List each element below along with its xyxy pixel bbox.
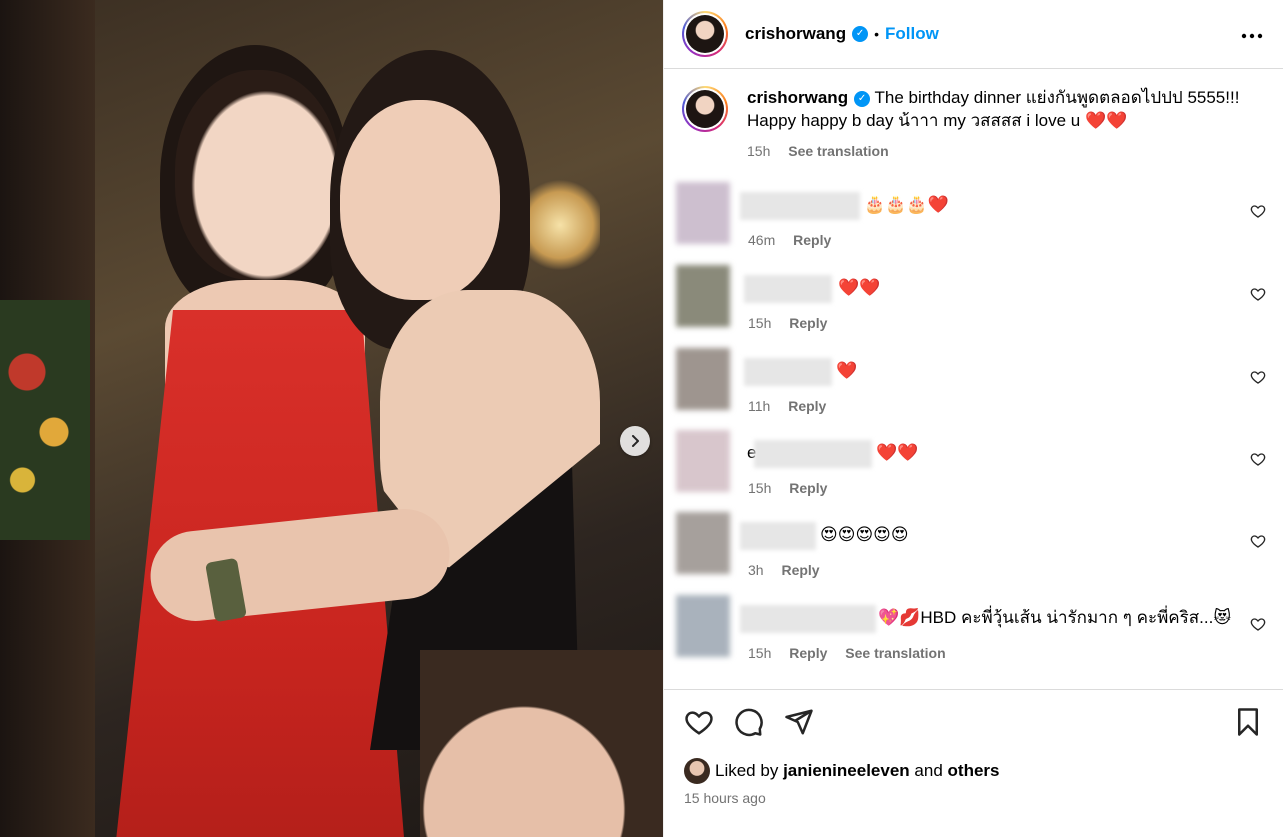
liker-avatar[interactable]: [684, 758, 710, 784]
verified-badge-icon: ✓: [854, 90, 871, 107]
reply-button[interactable]: Reply: [788, 398, 826, 414]
comment-item: 😍😍😍😍😍 3h Reply: [676, 512, 1272, 584]
comment-meta: 11h Reply: [748, 398, 840, 414]
heart-icon[interactable]: [684, 707, 714, 737]
comment-like-heart-icon[interactable]: [1250, 451, 1266, 467]
commenter-username-blurred[interactable]: [740, 192, 860, 220]
more-icon: [1241, 33, 1263, 39]
liked-by-prefix: Liked by: [715, 761, 779, 780]
chevron-right-icon: [632, 435, 639, 447]
comment-time: 15h: [748, 480, 772, 496]
liked-by-others[interactable]: others: [948, 761, 1000, 781]
comment-text: ❤️❤️: [838, 278, 881, 297]
post-caption: crishorwang ✓ The birthday dinner แย่งกัน…: [664, 70, 1283, 163]
share-icon[interactable]: [784, 707, 814, 737]
liked-by-user[interactable]: janienineeleven: [783, 761, 910, 781]
photo-flowers: [0, 300, 90, 540]
liked-by-conj: and: [914, 761, 943, 780]
comment-text: 🎂🎂🎂❤️: [864, 195, 949, 214]
commenter-avatar[interactable]: [676, 265, 730, 327]
comment-time: 15h: [748, 645, 772, 661]
author-username[interactable]: crishorwang: [745, 24, 846, 44]
comment-icon[interactable]: [734, 707, 764, 737]
comment-item: ❤️❤️ 15h Reply: [676, 265, 1272, 337]
post-actions: Liked by janienineeleven and others 15 h…: [664, 689, 1283, 837]
comment-like-heart-icon[interactable]: [1250, 203, 1266, 219]
author-avatar[interactable]: [682, 11, 728, 57]
comment-meta: 15h Reply See translation: [748, 645, 960, 661]
post-header: crishorwang ✓ • Follow: [664, 0, 1283, 69]
see-translation-link[interactable]: See translation: [845, 645, 945, 661]
bookmark-icon[interactable]: [1233, 707, 1263, 737]
comment-text: 😍😍😍😍😍: [820, 525, 909, 544]
commenter-avatar[interactable]: [676, 512, 730, 574]
commenter-username-blurred[interactable]: [744, 358, 832, 386]
reply-button[interactable]: Reply: [789, 315, 827, 331]
reply-button[interactable]: Reply: [789, 645, 827, 661]
photo-lamp: [520, 180, 600, 270]
commenter-username-blurred[interactable]: [744, 275, 832, 303]
comment-text: ❤️❤️: [876, 443, 919, 462]
comment-meta: 15h Reply: [748, 480, 841, 496]
reply-button[interactable]: Reply: [789, 480, 827, 496]
commenter-avatar[interactable]: [676, 595, 730, 657]
see-translation-link[interactable]: See translation: [788, 143, 888, 159]
commenter-avatar[interactable]: [676, 182, 730, 244]
follow-button[interactable]: Follow: [885, 24, 939, 44]
commenter-avatar[interactable]: [676, 430, 730, 492]
comment-like-heart-icon[interactable]: [1250, 533, 1266, 549]
reply-button[interactable]: Reply: [793, 232, 831, 248]
comment-item: 🎂🎂🎂❤️ 46m Reply: [676, 182, 1272, 254]
comment-meta: 3h Reply: [748, 562, 834, 578]
caption-time: 15h: [747, 143, 771, 159]
comment-item: ❤️ 11h Reply: [676, 348, 1272, 420]
photo-person-right-face: [340, 100, 500, 300]
comment-item: 💖💋HBD คะพี่วุ้นเส้น น่ารักมาก ๆ คะพี่คริ…: [676, 595, 1272, 667]
comment-like-heart-icon[interactable]: [1250, 286, 1266, 302]
caption-avatar[interactable]: [682, 86, 728, 132]
comment-time: 3h: [748, 562, 764, 578]
photo-foreground-person: [420, 650, 663, 837]
caption-meta: 15h See translation: [747, 140, 1265, 163]
comment-time: 15h: [748, 315, 772, 331]
commenter-username-blurred[interactable]: [754, 440, 872, 468]
comment-like-heart-icon[interactable]: [1250, 369, 1266, 385]
separator-dot: •: [874, 26, 879, 42]
comment-item: e ❤️❤️ 15h Reply: [676, 430, 1272, 502]
photo-person-left-face: [175, 70, 340, 280]
post-sidebar: crishorwang ✓ • Follow crishorwang ✓ The …: [663, 0, 1283, 837]
comment-meta: 15h Reply: [748, 315, 841, 331]
caption-username[interactable]: crishorwang: [747, 88, 848, 107]
commenter-username-blurred[interactable]: [740, 605, 876, 633]
more-options-button[interactable]: [1241, 22, 1263, 42]
likes-summary: Liked by janienineeleven and others: [684, 758, 1000, 784]
comment-like-heart-icon[interactable]: [1250, 616, 1266, 632]
next-photo-button[interactable]: [620, 426, 650, 456]
reply-button[interactable]: Reply: [781, 562, 819, 578]
comments-list[interactable]: crishorwang ✓ The birthday dinner แย่งกัน…: [664, 70, 1283, 688]
commenter-username-blurred[interactable]: [740, 522, 816, 550]
comment-time: 11h: [748, 398, 771, 414]
post-timestamp[interactable]: 15 hours ago: [684, 790, 766, 806]
action-bar: [684, 707, 1263, 737]
comment-text: ❤️: [836, 361, 858, 380]
comment-text: 💖💋HBD คะพี่วุ้นเส้น น่ารักมาก ๆ คะพี่คริ…: [878, 608, 1232, 627]
comment-meta: 46m Reply: [748, 232, 845, 248]
commenter-avatar[interactable]: [676, 348, 730, 410]
comment-time: 46m: [748, 232, 776, 248]
verified-badge-icon: ✓: [852, 26, 869, 42]
post-photo: [0, 0, 663, 837]
